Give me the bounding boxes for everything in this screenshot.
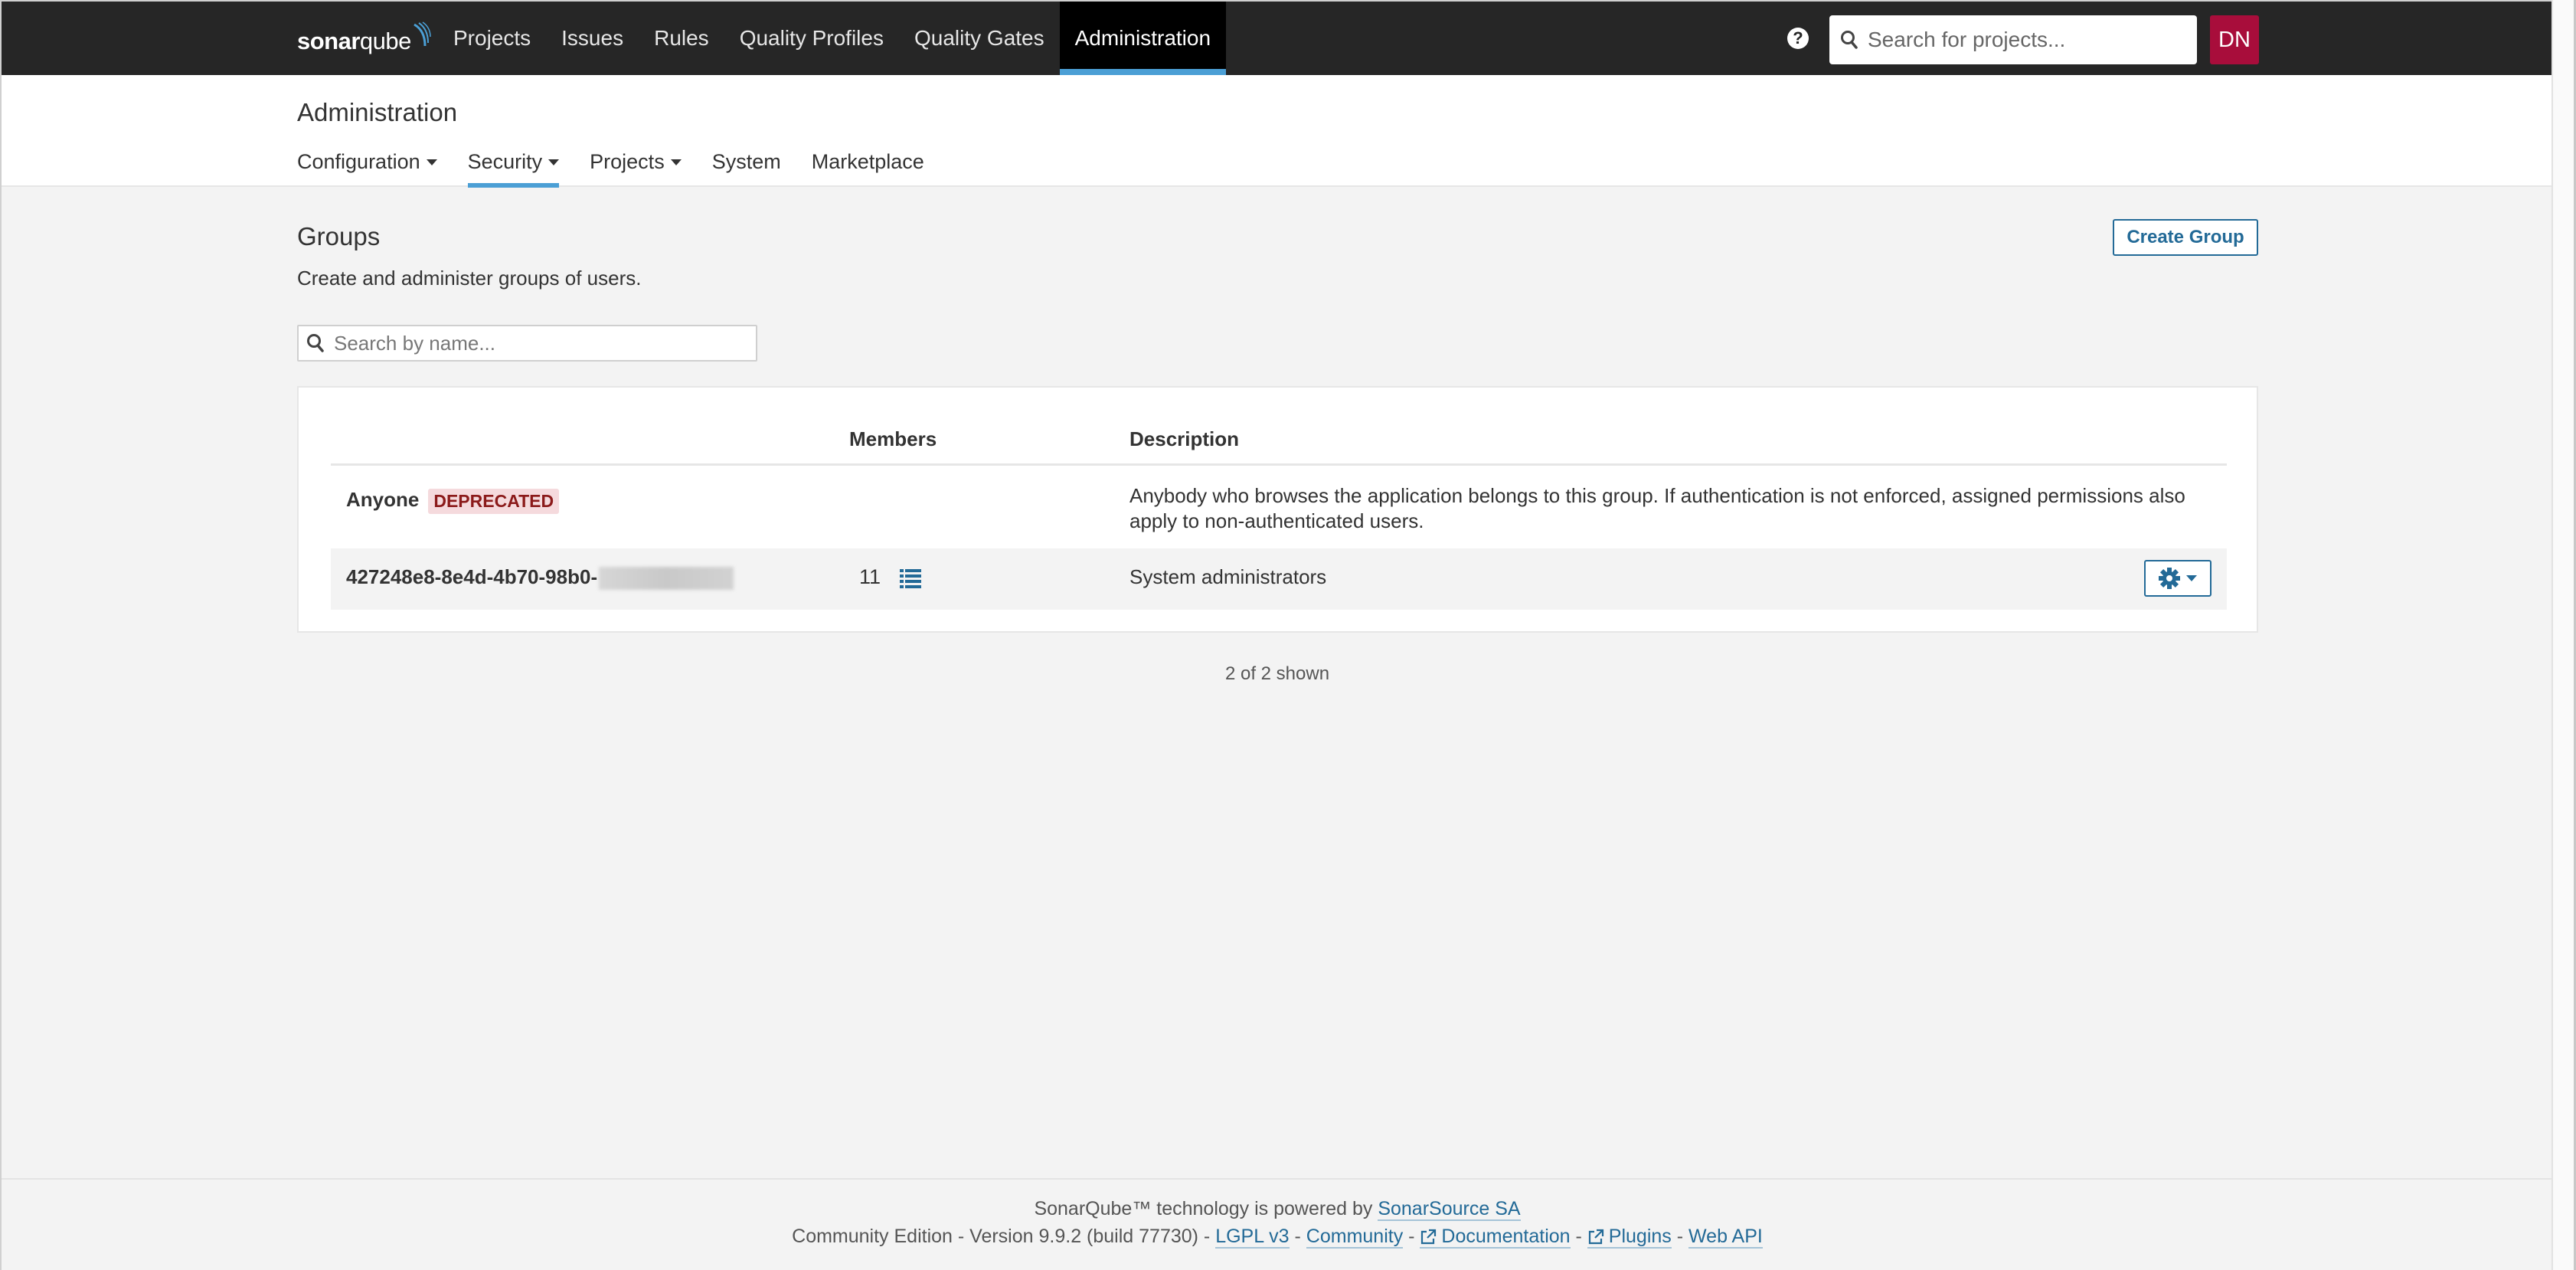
subnav-configuration[interactable]: Configuration <box>297 150 437 182</box>
subnav-security-label: Security <box>467 150 543 173</box>
deprecated-badge: DEPRECATED <box>428 488 560 514</box>
subnav-marketplace-label: Marketplace <box>811 150 924 173</box>
logo-text-bold: sonar <box>297 28 360 54</box>
documentation-link-label: Documentation <box>1441 1226 1571 1247</box>
admin-page-header: Administration Configuration Security Pr… <box>2 75 2553 188</box>
caret-down-icon <box>670 159 682 165</box>
edit-members-list-icon[interactable] <box>900 568 922 589</box>
admin-subnav: Configuration Security Projects System M… <box>297 150 955 188</box>
user-avatar[interactable]: DN <box>2210 15 2259 64</box>
group-actions-dropdown[interactable] <box>2144 560 2212 597</box>
browser-viewport: sonar qube Projects Issues Rules Quality … <box>0 0 2553 1270</box>
vertical-scrollbar[interactable] <box>2551 0 2576 1270</box>
subnav-system-label: System <box>711 150 781 173</box>
group-name: Anyone <box>346 488 420 511</box>
group-description: System administrators <box>1129 565 1327 588</box>
powered-by-text: SonarQube™ technology is powered by <box>1034 1198 1373 1219</box>
separator: - <box>1671 1226 1689 1247</box>
caret-down-icon <box>2186 575 2197 581</box>
groups-description: Create and administer groups of users. <box>297 267 642 290</box>
group-search-input[interactable] <box>334 331 732 355</box>
group-name-cell: Anyone DEPRECATED <box>346 488 560 514</box>
group-description: Anybody who browses the application belo… <box>1129 484 2185 532</box>
separator: - <box>1570 1226 1587 1247</box>
groups-table-card: Members Description Anyone DEPRECATED Any… <box>297 386 2258 633</box>
footer-links: Community Edition - Version 9.9.2 (build… <box>2 1226 2553 1249</box>
plugins-link[interactable]: Plugins <box>1587 1226 1672 1249</box>
groups-heading: Groups <box>297 222 381 250</box>
gear-icon <box>2159 568 2180 589</box>
page-footer: SonarQube™ technology is powered by Sona… <box>2 1178 2553 1270</box>
external-link-icon <box>1421 1229 1437 1245</box>
results-count: 2 of 2 shown <box>1224 663 1330 684</box>
table-row: Anyone DEPRECATED Anybody who browses the… <box>331 468 2227 548</box>
subnav-configuration-label: Configuration <box>297 150 420 173</box>
subnav-projects[interactable]: Projects <box>590 150 682 182</box>
nav-quality-profiles[interactable]: Quality Profiles <box>724 2 899 75</box>
sonarqube-logo[interactable]: sonar qube <box>297 18 431 55</box>
nav-quality-gates[interactable]: Quality Gates <box>899 2 1060 75</box>
nav-projects[interactable]: Projects <box>438 2 546 75</box>
separator: - <box>1403 1226 1420 1247</box>
column-header-members: Members <box>849 427 937 450</box>
caret-down-icon <box>548 159 560 165</box>
global-nav-menu: Projects Issues Rules Quality Profiles Q… <box>438 2 1227 75</box>
global-search-input[interactable] <box>1868 28 2174 52</box>
nav-administration[interactable]: Administration <box>1059 2 1227 75</box>
table-row: 427248e8-8e4d-4b70-98b0- 11 System admin… <box>331 548 2227 610</box>
create-group-button[interactable]: Create Group <box>2113 219 2258 256</box>
table-header: Members Description <box>331 421 2227 466</box>
caret-down-icon <box>426 159 437 165</box>
search-icon <box>1841 31 1858 49</box>
global-search-box <box>1829 15 2197 64</box>
documentation-link[interactable]: Documentation <box>1420 1226 1571 1249</box>
nav-rules[interactable]: Rules <box>639 2 724 75</box>
external-link-icon <box>1588 1229 1603 1245</box>
community-link[interactable]: Community <box>1306 1226 1404 1249</box>
separator: - <box>1198 1226 1216 1247</box>
subnav-security[interactable]: Security <box>467 150 560 188</box>
help-icon[interactable]: ? <box>1787 28 1809 49</box>
web-api-link[interactable]: Web API <box>1688 1226 1763 1249</box>
subnav-projects-label: Projects <box>590 150 665 173</box>
plugins-link-label: Plugins <box>1608 1226 1672 1247</box>
license-link[interactable]: LGPL v3 <box>1215 1226 1290 1249</box>
logo-waves-icon <box>414 21 431 47</box>
page-title: Administration <box>297 98 458 126</box>
column-header-description: Description <box>1129 427 1240 450</box>
separator: - <box>1289 1226 1306 1247</box>
footer-powered-by: SonarQube™ technology is powered by Sona… <box>2 1198 2553 1221</box>
search-icon <box>307 334 324 352</box>
sonarsource-link[interactable]: SonarSource SA <box>1378 1198 1521 1221</box>
subnav-marketplace[interactable]: Marketplace <box>812 150 924 182</box>
redacted-name-segment <box>599 567 734 591</box>
edition-version: Community Edition - Version 9.9.2 (build… <box>792 1226 1198 1247</box>
group-search-box <box>297 325 757 362</box>
global-navigation: sonar qube Projects Issues Rules Quality … <box>2 2 2553 75</box>
members-count: 11 <box>859 565 881 588</box>
group-name: 427248e8-8e4d-4b70-98b0- <box>346 565 598 588</box>
group-name-cell: 427248e8-8e4d-4b70-98b0- <box>346 565 734 591</box>
members-cell: 11 <box>859 565 922 589</box>
subnav-system[interactable]: System <box>712 150 781 182</box>
nav-issues[interactable]: Issues <box>546 2 639 75</box>
logo-text-light: qube <box>359 28 411 54</box>
